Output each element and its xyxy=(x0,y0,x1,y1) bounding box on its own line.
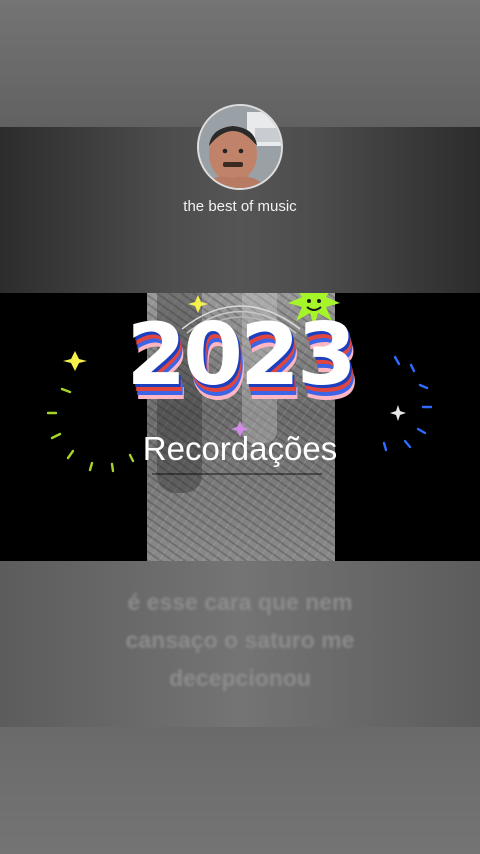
caption-line: é esse cara que nem xyxy=(127,589,353,615)
recap-subtitle: Recordações xyxy=(142,430,338,467)
bottom-background xyxy=(0,727,480,854)
caption-line: decepcionou xyxy=(169,665,311,691)
channel-name[interactable]: the best of music xyxy=(0,198,480,215)
avatar[interactable] xyxy=(197,104,283,190)
caption-text: é esse cara que nem cansaço o saturo me … xyxy=(0,583,480,697)
caption-line: cansaço o saturo me xyxy=(125,627,355,653)
year-title: 2023 xyxy=(126,305,356,405)
avatar-photo xyxy=(199,106,281,188)
video-frame[interactable]: 2023 Recordações xyxy=(0,293,480,561)
